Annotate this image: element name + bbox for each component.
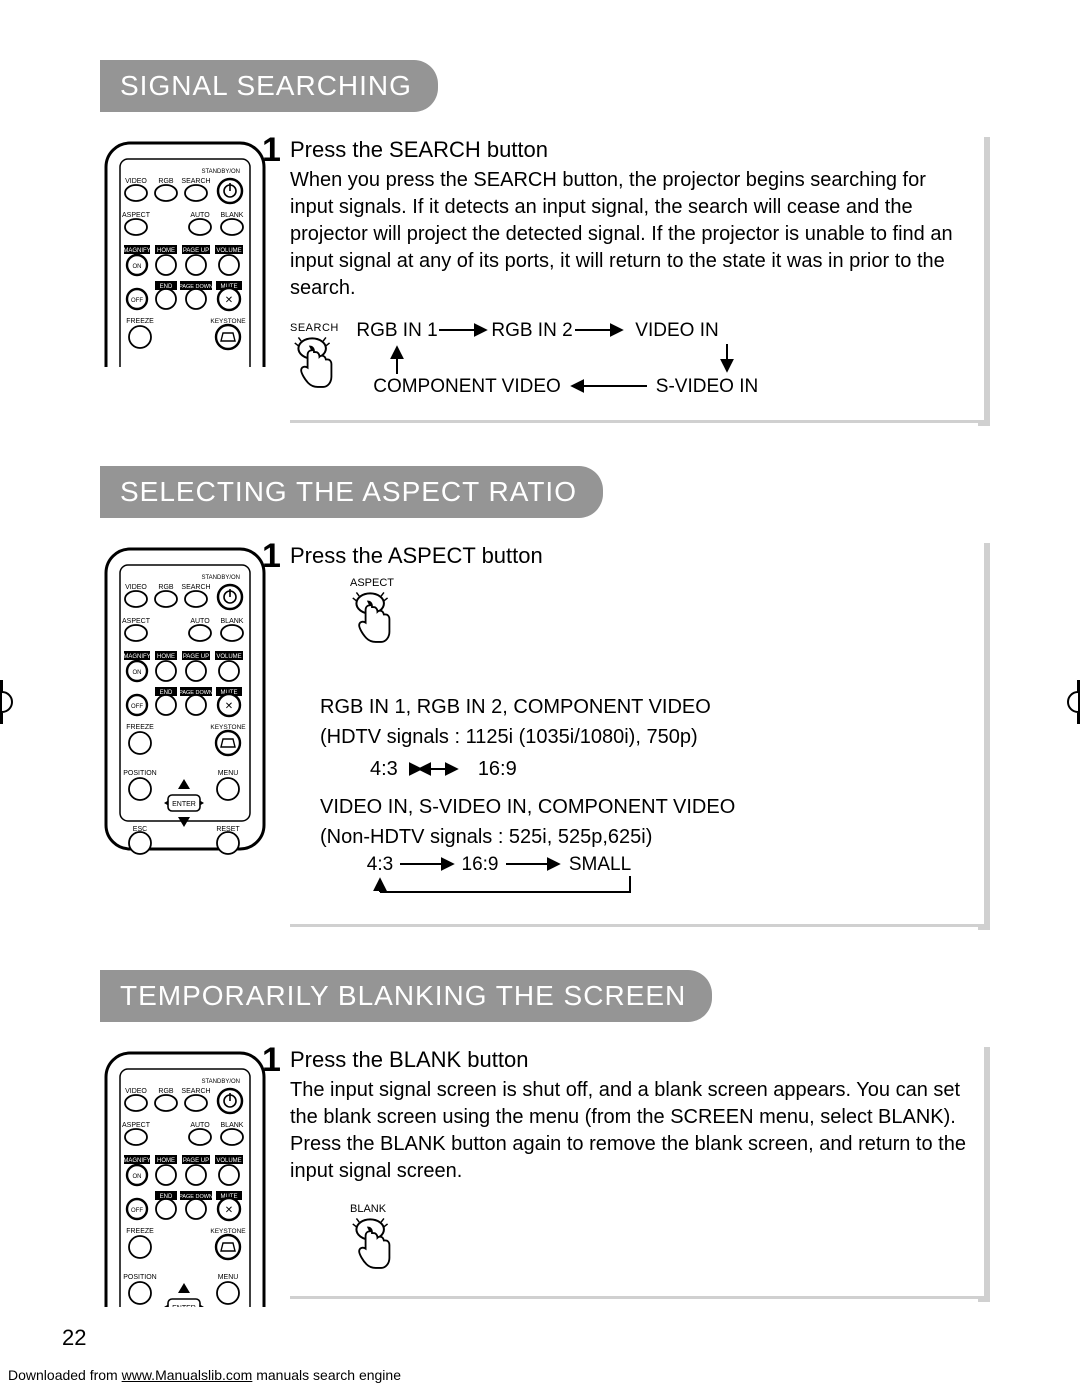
remote-diagram [100,137,270,372]
svg-text:COMPONENT VIDEO: COMPONENT VIDEO [373,376,561,397]
step-title: Press the SEARCH button [290,137,970,163]
step-number: 1 [262,1041,281,1080]
press-search-icon: SEARCH [290,322,339,397]
step-body: The input signal screen is shut off, and… [290,1077,970,1185]
svg-text:S-VIDEO IN: S-VIDEO IN [656,376,758,397]
svg-text:RGB IN 1: RGB IN 1 [357,320,438,341]
svg-text:RGB IN 2: RGB IN 2 [491,320,572,341]
section-title-signal-searching: SIGNAL SEARCHING [100,60,438,112]
aspect-video-heading: VIDEO IN, S-VIDEO IN, COMPONENT VIDEO [320,792,970,822]
aspect-hdtv-signals: (HDTV signals : 1125i (1035i/1080i), 750… [320,722,970,752]
press-aspect-icon: ASPECT [350,577,970,652]
step-number: 1 [262,537,281,576]
step-title: Press the ASPECT button [290,543,970,569]
section-title-blanking: TEMPORARILY BLANKING THE SCREEN [100,970,712,1022]
aspect-rgb-heading: RGB IN 1, RGB IN 2, COMPONENT VIDEO [320,692,970,722]
page-number: 22 [62,1325,86,1351]
aspect-ratio-cycle: 4:3 16:9 SMALL [360,854,970,898]
aspect-nonhdtv-signals: (Non-HDTV signals : 525i, 525p,625i) [320,822,970,852]
section-title-aspect-ratio: SELECTING THE ASPECT RATIO [100,466,603,518]
footer: Downloaded from www.Manualslib.com manua… [0,1367,401,1383]
footer-link[interactable]: www.Manualslib.com [122,1367,253,1383]
step-body: When you press the SEARCH button, the pr… [290,167,970,302]
press-blank-icon: BLANK [350,1203,970,1278]
svg-text:SMALL: SMALL [569,854,631,875]
step-title: Press the BLANK button [290,1047,970,1073]
svg-text:VIDEO IN: VIDEO IN [635,320,718,341]
remote-diagram [100,1047,270,1307]
svg-text:4:3: 4:3 [367,854,393,875]
remote-diagram [100,543,270,868]
input-cycle-diagram: RGB IN 1 RGB IN 2 VIDEO IN COMPONENT VID… [357,316,797,402]
svg-text:16:9: 16:9 [462,854,499,875]
step-number: 1 [262,131,281,170]
aspect-ratio-toggle: 4:3 16:9 [360,754,970,784]
